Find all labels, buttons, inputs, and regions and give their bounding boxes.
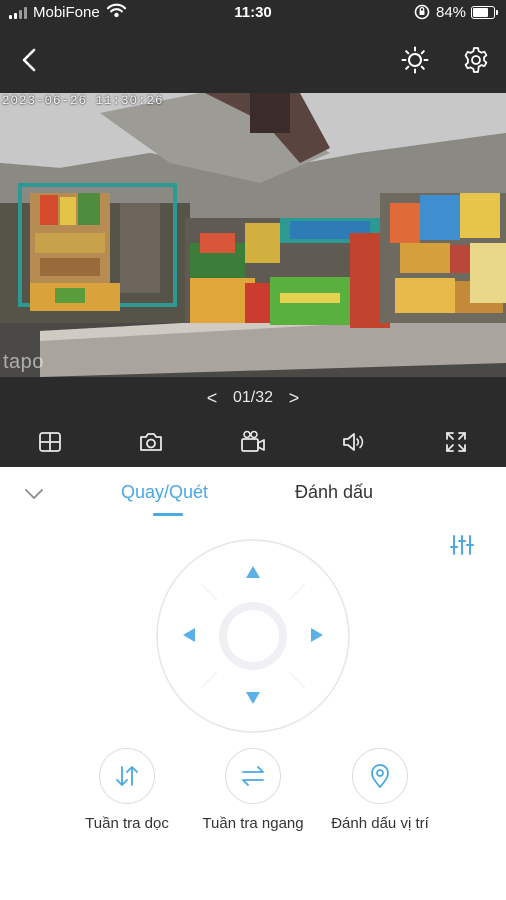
gear-icon [464,47,488,73]
mark-position-action[interactable]: Đánh dấu vị trí [310,746,450,836]
mark-position-button[interactable] [352,748,408,804]
snapshot-button[interactable] [133,427,169,457]
status-bar: MobiFone 11:30 84% [0,0,506,26]
video-record-icon [241,430,265,452]
mark-position-label: Đánh dấu vị trí [331,815,429,832]
battery-percentage: 84% [436,4,467,21]
grid-icon [39,432,61,452]
horizontal-patrol-action[interactable]: Tuần tra ngang [183,746,323,836]
camera-page-indicator: 01/32 [232,389,274,406]
camera-watermark: tapo [3,351,44,373]
camera-scene-image [0,93,506,377]
pan-left-button[interactable] [176,622,202,648]
camera-pager: < 01/32 > [0,386,506,410]
previous-camera-button[interactable]: < [196,388,228,409]
orientation-lock-icon [414,4,430,24]
sun-icon [401,46,429,74]
vertical-patrol-action[interactable]: Tuần tra dọc [57,746,197,836]
triangle-up-icon [246,566,260,578]
ptz-joystick[interactable] [155,538,351,734]
settings-button[interactable] [456,40,496,80]
camera-icon [140,433,162,451]
triangle-down-icon [246,692,260,704]
location-pin-icon [371,764,389,788]
pan-right-button[interactable] [304,622,330,648]
tab-marked-positions[interactable]: Đánh dấu [295,482,373,503]
brightness-button[interactable] [395,40,435,80]
horizontal-patrol-label: Tuần tra ngang [202,815,304,832]
record-button[interactable] [235,427,271,457]
camera-feed[interactable]: 2023-06-26 11:30:26 tapo [0,93,506,377]
vertical-patrol-label: Tuần tra dọc [85,815,169,832]
camera-timestamp: 2023-06-26 11:30:26 [2,94,164,108]
battery-icon [471,6,498,19]
next-camera-button[interactable]: > [278,388,310,409]
pan-up-button[interactable] [240,559,266,585]
fullscreen-button[interactable] [438,427,474,457]
ptz-settings-button[interactable] [447,532,477,558]
fullscreen-icon [446,432,466,452]
sliders-icon [450,535,474,555]
vertical-arrows-icon [116,766,138,786]
chevron-left-icon [22,48,36,72]
back-button[interactable] [10,40,50,80]
multi-view-button[interactable] [32,427,68,457]
horizontal-patrol-button[interactable] [225,748,281,804]
triangle-left-icon [183,628,195,642]
speaker-icon [343,433,364,451]
status-time: 11:30 [234,4,272,21]
vertical-patrol-button[interactable] [99,748,155,804]
playback-controls: < 01/32 > [0,377,506,467]
chevron-down-icon [25,489,43,499]
horizontal-arrows-icon [242,766,264,786]
pan-down-button[interactable] [240,685,266,711]
active-tab-indicator [153,513,183,516]
collapse-panel-button[interactable] [20,482,48,506]
audio-button[interactable] [336,427,372,457]
triangle-right-icon [311,628,323,642]
tab-pan-tilt[interactable]: Quay/Quét [121,482,208,503]
app-header: MobiFone 11:30 84% [0,0,506,93]
